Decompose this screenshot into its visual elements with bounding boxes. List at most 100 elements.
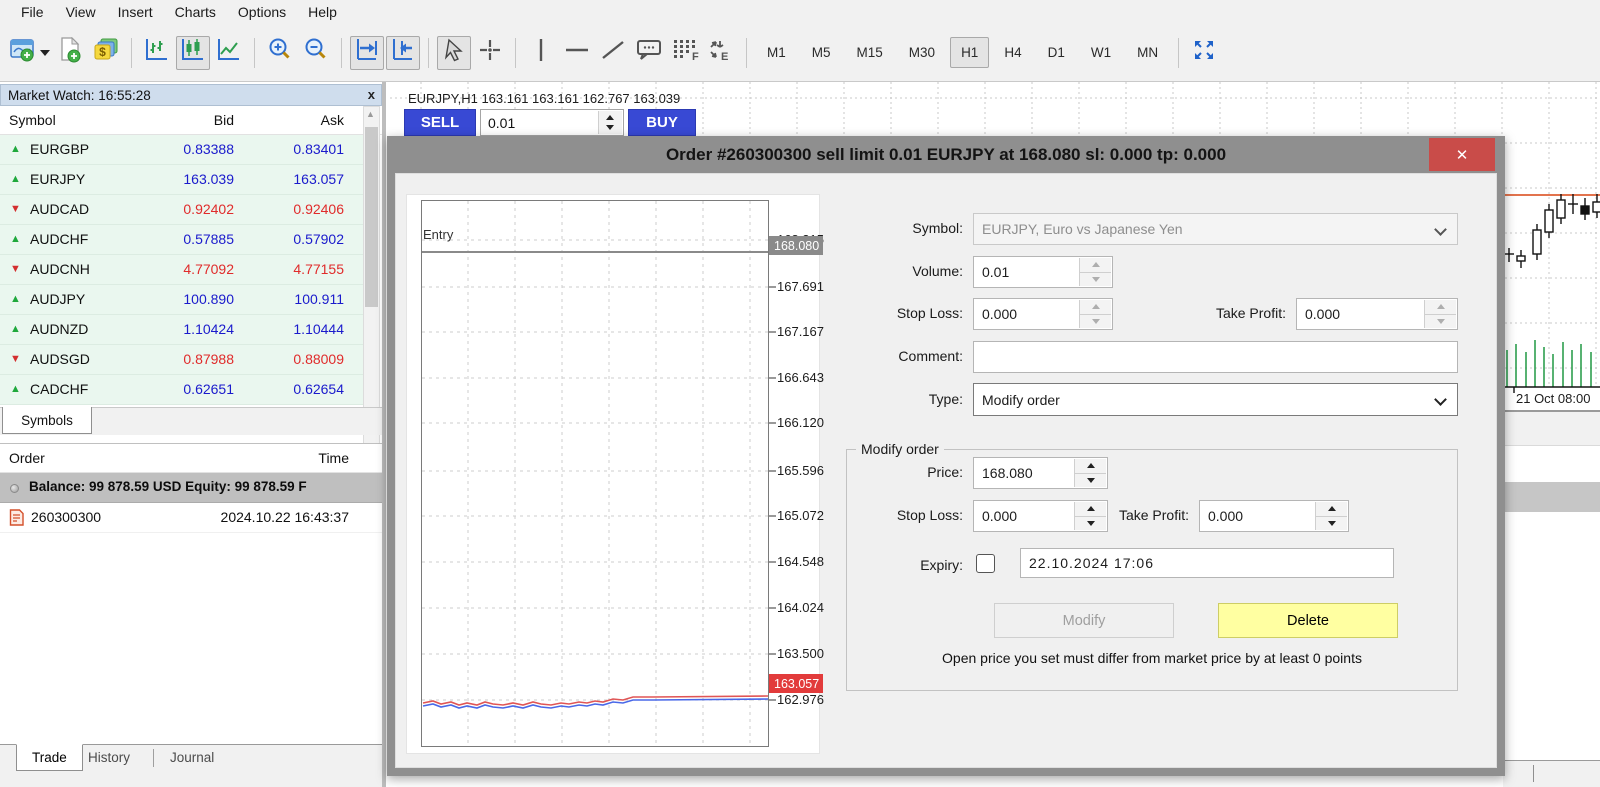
market-watch-titlebar: Market Watch: 16:55:28 x bbox=[0, 84, 382, 106]
price-tick: 163.500 bbox=[777, 646, 824, 661]
column-time[interactable]: Time bbox=[318, 450, 349, 466]
tab-history[interactable]: History bbox=[88, 750, 130, 765]
line-chart-button[interactable] bbox=[212, 36, 246, 70]
table-row[interactable]: AUDCAD 0.92402 0.92406 bbox=[0, 195, 366, 225]
new-template-button[interactable] bbox=[53, 36, 87, 70]
scroll-up-icon[interactable]: ▲ bbox=[366, 109, 377, 119]
dialog-close-button[interactable]: ✕ bbox=[1429, 138, 1495, 171]
close-icon[interactable]: x bbox=[368, 87, 375, 102]
timeframe-mn[interactable]: MN bbox=[1126, 37, 1169, 68]
price-field[interactable]: 168.080 bbox=[973, 457, 1108, 489]
spin-down-icon[interactable] bbox=[1075, 473, 1106, 488]
type-value: Modify order bbox=[982, 392, 1060, 408]
stoploss-spinner[interactable] bbox=[1079, 300, 1111, 328]
order-row[interactable]: 260300300 2024.10.22 16:43:37 bbox=[0, 503, 382, 533]
timeframe-d1[interactable]: D1 bbox=[1037, 37, 1076, 68]
spin-up-icon[interactable] bbox=[1075, 459, 1106, 473]
crosshair-button[interactable] bbox=[473, 36, 507, 70]
table-row[interactable]: EURJPY 163.039 163.057 bbox=[0, 165, 366, 195]
table-row[interactable]: CADCHF 0.62651 0.62654 bbox=[0, 375, 366, 405]
candlestick-chart-button[interactable] bbox=[176, 36, 210, 70]
modify-takeprofit-field[interactable]: 0.000 bbox=[1199, 500, 1349, 532]
takeprofit-field[interactable]: 0.000 bbox=[1296, 298, 1458, 330]
column-bid[interactable]: Bid bbox=[214, 112, 234, 128]
spin-down-icon[interactable] bbox=[1425, 314, 1456, 329]
volume-spinner[interactable] bbox=[1079, 258, 1111, 286]
spin-down-icon[interactable] bbox=[1080, 272, 1111, 287]
tab-journal[interactable]: Journal bbox=[170, 750, 214, 765]
table-row[interactable]: AUDSGD 0.87988 0.88009 bbox=[0, 345, 366, 375]
volume-input[interactable]: 0.01 bbox=[480, 109, 624, 136]
timeframe-m5[interactable]: M5 bbox=[801, 37, 842, 68]
order-id: 260300300 bbox=[31, 509, 101, 525]
type-select[interactable]: Modify order bbox=[973, 383, 1458, 416]
spin-down-icon[interactable] bbox=[1316, 516, 1347, 531]
column-symbol[interactable]: Symbol bbox=[9, 112, 56, 128]
spin-up-icon[interactable] bbox=[606, 115, 614, 120]
table-row[interactable]: AUDCNH 4.77092 4.77155 bbox=[0, 255, 366, 285]
trend-line-button[interactable] bbox=[596, 36, 630, 70]
tab-symbols[interactable]: Symbols bbox=[2, 407, 92, 434]
spin-up-icon[interactable] bbox=[1080, 258, 1111, 272]
takeprofit-spinner[interactable] bbox=[1315, 502, 1347, 530]
expiry-datetime-field[interactable]: 22.10.2024 17:06 bbox=[1020, 548, 1394, 578]
timeframe-h4[interactable]: H4 bbox=[993, 37, 1032, 68]
buy-button[interactable]: BUY bbox=[628, 109, 696, 136]
stoploss-field[interactable]: 0.000 bbox=[973, 298, 1113, 330]
menu-charts[interactable]: Charts bbox=[164, 2, 227, 22]
balance-row[interactable]: Balance: 99 878.59 USD Equity: 99 878.59… bbox=[0, 473, 382, 503]
menu-file[interactable]: File bbox=[10, 2, 55, 22]
delete-button[interactable]: Delete bbox=[1218, 603, 1398, 638]
menu-help[interactable]: Help bbox=[297, 2, 348, 22]
dialog-titlebar[interactable]: Order #260300300 sell limit 0.01 EURJPY … bbox=[395, 136, 1497, 173]
bid-cell: 1.10424 bbox=[183, 321, 234, 337]
volume-spinner[interactable] bbox=[598, 111, 622, 134]
zoom-out-button[interactable] bbox=[299, 36, 333, 70]
menu-insert[interactable]: Insert bbox=[107, 2, 164, 22]
auto-scroll-button[interactable] bbox=[350, 36, 384, 70]
text-label-button[interactable] bbox=[632, 36, 666, 70]
indicators-button[interactable]: E bbox=[704, 36, 738, 70]
fibonacci-button[interactable]: F bbox=[668, 36, 702, 70]
comment-field[interactable] bbox=[973, 341, 1458, 373]
column-ask[interactable]: Ask bbox=[321, 112, 344, 128]
new-chart-button[interactable] bbox=[9, 36, 51, 70]
timeframe-w1[interactable]: W1 bbox=[1080, 37, 1122, 68]
horizontal-line-button[interactable] bbox=[560, 36, 594, 70]
spin-up-icon[interactable] bbox=[1080, 300, 1111, 314]
table-row[interactable]: AUDJPY 100.890 100.911 bbox=[0, 285, 366, 315]
ask-cell: 0.88009 bbox=[293, 351, 344, 367]
spin-up-icon[interactable] bbox=[1316, 502, 1347, 516]
new-order-button[interactable]: $ bbox=[89, 36, 123, 70]
spin-down-icon[interactable] bbox=[606, 125, 614, 130]
volume-field[interactable]: 0.01 bbox=[973, 256, 1113, 288]
menu-options[interactable]: Options bbox=[227, 2, 297, 22]
table-row[interactable]: EURGBP 0.83388 0.83401 bbox=[0, 135, 366, 165]
symbol-select[interactable]: EURJPY, Euro vs Japanese Yen bbox=[973, 213, 1458, 245]
zoom-in-button[interactable] bbox=[263, 36, 297, 70]
table-row[interactable]: AUDCHF 0.57885 0.57902 bbox=[0, 225, 366, 255]
bar-chart-button[interactable] bbox=[140, 36, 174, 70]
tab-trade[interactable]: Trade bbox=[16, 744, 83, 771]
takeprofit-spinner[interactable] bbox=[1424, 300, 1456, 328]
modify-button[interactable]: Modify bbox=[994, 603, 1174, 638]
timeframe-h1[interactable]: H1 bbox=[950, 37, 989, 68]
timeframe-m30[interactable]: M30 bbox=[898, 37, 946, 68]
sell-button[interactable]: SELL bbox=[404, 109, 476, 136]
order-doc-icon bbox=[9, 509, 24, 529]
vertical-line-button[interactable] bbox=[524, 36, 558, 70]
chart-shift-button[interactable] bbox=[386, 36, 420, 70]
table-row[interactable]: AUDNZD 1.10424 1.10444 bbox=[0, 315, 366, 345]
timeframe-m1[interactable]: M1 bbox=[756, 37, 797, 68]
zoom-in-icon bbox=[267, 37, 293, 68]
fullscreen-button[interactable] bbox=[1187, 36, 1221, 70]
menu-view[interactable]: View bbox=[55, 2, 107, 22]
timeframe-m15[interactable]: M15 bbox=[846, 37, 894, 68]
scrollbar-thumb[interactable] bbox=[365, 127, 378, 307]
price-spinner[interactable] bbox=[1074, 459, 1106, 487]
column-order[interactable]: Order bbox=[9, 450, 45, 466]
expiry-checkbox[interactable] bbox=[976, 554, 995, 573]
cursor-button[interactable] bbox=[437, 36, 471, 70]
spin-up-icon[interactable] bbox=[1425, 300, 1456, 314]
spin-down-icon[interactable] bbox=[1080, 314, 1111, 329]
